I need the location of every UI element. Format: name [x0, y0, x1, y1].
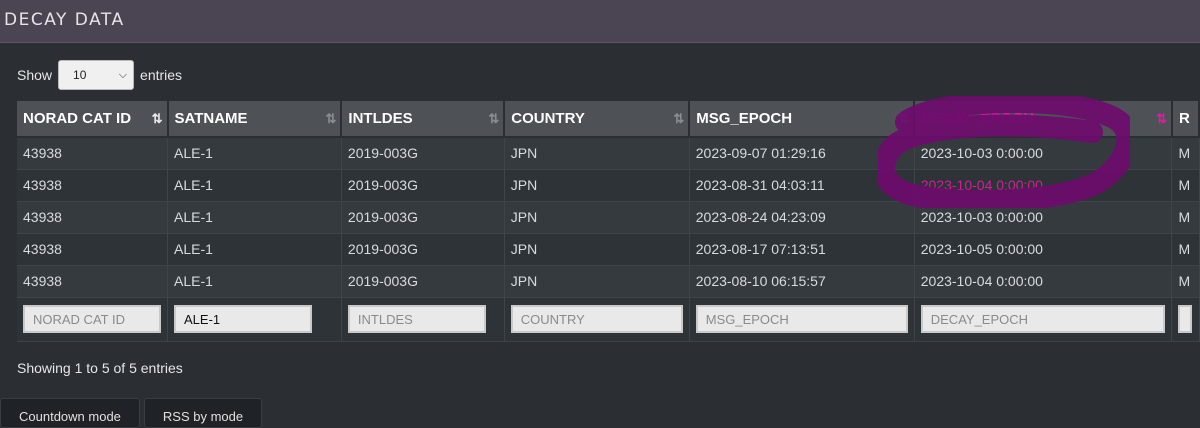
table-row[interactable]: 43938 ALE-1 2019-003G JPN 2023-08-31 04:…: [17, 169, 1200, 202]
cell-msg-epoch: 2023-08-24 04:23:09: [689, 201, 915, 234]
cell-intldes: 2019-003G: [341, 233, 505, 266]
cell-intldes: 2019-003G: [341, 137, 505, 170]
cell-country: JPN: [504, 169, 690, 202]
cell-satname: ALE-1: [167, 265, 342, 298]
column-header-intldes[interactable]: INTLDES ⇅: [341, 101, 506, 138]
cell-satname: ALE-1: [167, 233, 342, 266]
chevron-down-icon: ⌵: [118, 68, 128, 81]
column-header-decay-epoch[interactable]: DECAY_EPOCH ⇅: [914, 101, 1173, 138]
cell-decay-epoch: 2023-10-05 0:00:00: [914, 233, 1173, 266]
sort-desc-icon: ⇅: [1156, 111, 1167, 126]
cell-msg-epoch: 2023-08-17 07:13:51: [689, 233, 915, 266]
page-length-value: 10: [73, 68, 87, 82]
cell-satname: ALE-1: [167, 201, 342, 234]
cell-rcs: M: [1171, 233, 1200, 266]
cell-intldes: 2019-003G: [341, 201, 505, 234]
column-header-satname[interactable]: SATNAME ⇅: [167, 101, 343, 138]
cell-decay-epoch: 2023-10-04 0:00:00: [914, 265, 1173, 298]
column-header-country[interactable]: COUNTRY ⇅: [504, 101, 691, 138]
cell-decay-epoch: 2023-10-03 0:00:00: [914, 201, 1173, 234]
countdown-mode-button[interactable]: Countdown mode: [0, 398, 140, 428]
filter-satname-input[interactable]: ALE-1: [174, 305, 312, 333]
cell-country: JPN: [504, 201, 690, 234]
page-length-control: Show 10 ⌵ entries: [17, 60, 182, 90]
cell-rcs: M: [1171, 265, 1200, 298]
cell-country: JPN: [504, 265, 690, 298]
cell-country: JPN: [504, 233, 690, 266]
filter-decay-epoch-input[interactable]: DECAY_EPOCH: [920, 305, 1165, 333]
cell-rcs: M: [1171, 169, 1200, 202]
decay-data-table: NORAD CAT ID ⇅ SATNAME ⇅ INTLDES ⇅ COUNT…: [17, 101, 1200, 342]
cell-norad: 43938: [17, 265, 168, 298]
show-label: Show: [17, 67, 53, 83]
rss-by-mode-button[interactable]: RSS by mode: [143, 398, 263, 428]
filter-msg-epoch-input[interactable]: MSG_EPOCH: [695, 305, 908, 333]
cell-intldes: 2019-003G: [341, 265, 505, 298]
cell-country: JPN: [504, 137, 690, 170]
button-bar: Countdown mode RSS by mode: [0, 398, 263, 428]
cell-norad: 43938: [17, 169, 168, 202]
cell-norad: 43938: [17, 137, 168, 170]
cell-satname: ALE-1: [167, 169, 342, 202]
table-row[interactable]: 43938 ALE-1 2019-003G JPN 2023-08-10 06:…: [17, 265, 1200, 298]
sort-icon: ⇅: [151, 111, 163, 126]
sort-icon: ⇅: [325, 111, 337, 126]
cell-msg-epoch: 2023-08-31 04:03:11: [689, 169, 915, 202]
cell-decay-epoch: 2023-10-04 0:00:00: [914, 169, 1173, 202]
sort-icon: ⇅: [898, 111, 909, 126]
filter-intldes-input[interactable]: INTLDES: [347, 305, 486, 333]
cell-msg-epoch: 2023-08-10 06:15:57: [689, 265, 915, 298]
page-length-select[interactable]: 10 ⌵: [58, 60, 135, 90]
cell-norad: 43938: [17, 233, 168, 266]
column-header-msg-epoch[interactable]: MSG_EPOCH ⇅: [689, 101, 916, 138]
filter-norad-input[interactable]: NORAD CAT ID: [23, 305, 161, 333]
table-row[interactable]: 43938 ALE-1 2019-003G JPN 2023-09-07 01:…: [17, 137, 1200, 170]
cell-rcs: M: [1171, 201, 1200, 234]
cell-msg-epoch: 2023-09-07 01:29:16: [689, 137, 915, 170]
app-titlebar: DECAY DATA: [0, 0, 1200, 43]
table-row[interactable]: 43938 ALE-1 2019-003G JPN 2023-08-17 07:…: [17, 233, 1200, 266]
column-header-norad-cat-id[interactable]: NORAD CAT ID ⇅: [17, 101, 169, 138]
cell-rcs: M: [1171, 137, 1200, 170]
sort-icon: ⇅: [673, 111, 684, 126]
filter-country-input[interactable]: COUNTRY: [510, 305, 683, 333]
table-info: Showing 1 to 5 of 5 entries: [17, 360, 183, 376]
entries-label: entries: [140, 67, 183, 83]
app-title: DECAY DATA: [4, 10, 125, 30]
table-row[interactable]: 43938 ALE-1 2019-003G JPN 2023-08-24 04:…: [17, 201, 1200, 234]
sort-icon: ⇅: [488, 111, 499, 126]
column-header-rcs[interactable]: R: [1171, 101, 1200, 138]
cell-intldes: 2019-003G: [341, 169, 505, 202]
filter-row: NORAD CAT ID ALE-1 INTLDES COUNTRY MSG_E…: [17, 297, 1200, 342]
cell-norad: 43938: [17, 201, 168, 234]
cell-decay-epoch: 2023-10-03 0:00:00: [914, 137, 1173, 170]
cell-satname: ALE-1: [167, 137, 342, 170]
filter-rcs-input[interactable]: [1178, 305, 1193, 333]
header-row: NORAD CAT ID ⇅ SATNAME ⇅ INTLDES ⇅ COUNT…: [17, 101, 1200, 138]
